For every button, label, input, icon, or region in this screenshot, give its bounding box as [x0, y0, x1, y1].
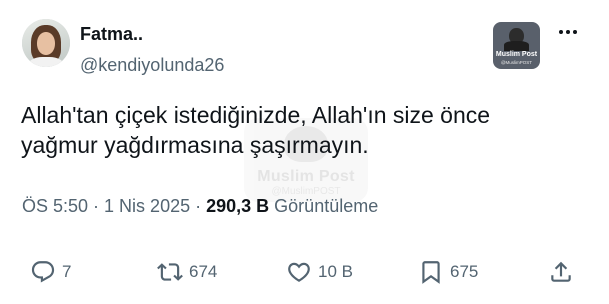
author-handle[interactable]: @kendiyolunda26 [80, 55, 224, 76]
separator: · [93, 196, 100, 216]
reply-count: 7 [62, 262, 72, 281]
like-button[interactable]: 10 B [286, 254, 353, 290]
tweet-time[interactable]: ÖS 5:50 [22, 196, 88, 216]
like-icon [288, 262, 310, 282]
reply-button[interactable]: 7 [30, 254, 71, 290]
like-count: 10 B [318, 262, 353, 281]
retweet-button[interactable]: 674 [157, 254, 217, 290]
retweet-count: 674 [189, 262, 218, 281]
author-name[interactable]: Fatma.. [80, 24, 143, 45]
views-label: Görüntüleme [274, 196, 379, 216]
action-bar: 7 674 10 B 675 [0, 254, 609, 290]
share-button[interactable] [548, 254, 574, 290]
separator: · [195, 196, 202, 216]
views-count: 290,3 B [206, 196, 270, 216]
tweet-meta: ÖS 5:50 · 1 Nis 2025 · 290,3 B Görüntüleme [22, 196, 378, 217]
tweet-text: Allah'tan çiçek istediğinizde, Allah'ın … [21, 100, 581, 160]
avatar[interactable] [22, 19, 70, 67]
tweet-text-line: Allah'tan çiçek istediğinizde, Allah'ın … [21, 102, 491, 128]
tweet-text-line: yağmur yağdırmasına şaşırmayın. [21, 132, 369, 158]
muslim-post-badge[interactable]: Muslim Post @MuslimPOST [493, 22, 540, 69]
badge-handle: @MuslimPOST [500, 60, 533, 65]
bookmark-button[interactable]: 675 [418, 254, 478, 290]
bookmark-count: 675 [450, 262, 479, 281]
bookmark-icon [422, 261, 440, 284]
more-icon[interactable] [553, 20, 583, 44]
watermark-title: Muslim Post [257, 168, 355, 185]
badge-title: Muslim Post [495, 51, 538, 58]
tweet-date[interactable]: 1 Nis 2025 [104, 196, 190, 216]
retweet-icon [157, 263, 183, 281]
share-icon [551, 261, 571, 282]
reply-icon [31, 261, 55, 283]
